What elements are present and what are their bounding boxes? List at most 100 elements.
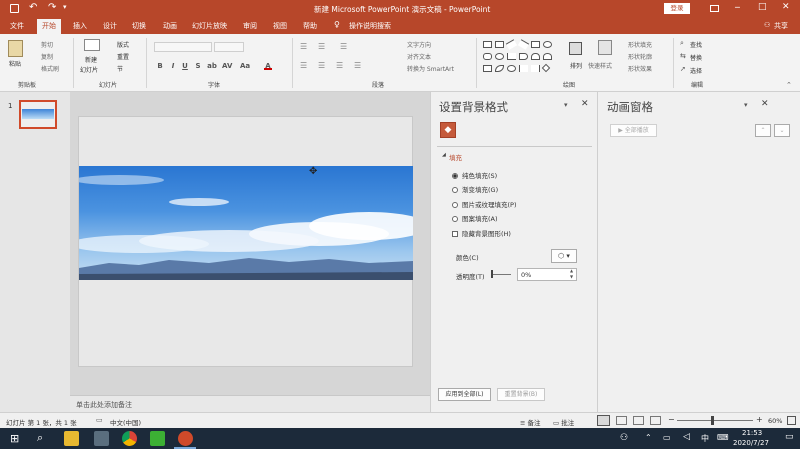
align-text-button[interactable]: 对齐文本 bbox=[407, 52, 431, 61]
layout-button[interactable]: 版式 bbox=[117, 40, 129, 49]
bold-button[interactable]: B bbox=[156, 62, 164, 70]
shape-fill-button[interactable]: 形状填充 bbox=[628, 40, 652, 49]
indent-icon[interactable]: ☰ bbox=[340, 42, 347, 51]
apply-to-all-button[interactable]: 应用到全部(L) bbox=[438, 388, 491, 401]
clock-date[interactable]: 2020/7/27 bbox=[733, 439, 769, 447]
text-direction-button[interactable]: 文字方向 bbox=[407, 40, 431, 49]
shape-curve[interactable] bbox=[495, 65, 504, 72]
change-case-button[interactable]: Aa bbox=[240, 62, 250, 70]
arrange-button[interactable]: 排列 bbox=[570, 61, 582, 70]
font-name-field[interactable] bbox=[154, 42, 212, 52]
font-size-field[interactable] bbox=[214, 42, 244, 52]
shape-arrow[interactable] bbox=[517, 39, 530, 50]
shadow-button[interactable]: ab bbox=[207, 62, 217, 70]
people-icon[interactable]: ⚇ bbox=[620, 433, 628, 443]
save-icon[interactable] bbox=[10, 4, 19, 13]
char-spacing-button[interactable]: AV bbox=[222, 62, 232, 70]
new-slide-icon[interactable] bbox=[84, 39, 100, 51]
tab-file[interactable]: 文件 bbox=[10, 21, 24, 31]
justify-icon[interactable]: ☰ bbox=[354, 61, 361, 70]
shape-effects-button[interactable]: 形状效果 bbox=[628, 64, 652, 73]
slide-sorter-icon[interactable] bbox=[616, 416, 627, 425]
cut-button[interactable]: 剪切 bbox=[41, 40, 53, 49]
shape-star[interactable] bbox=[543, 53, 552, 60]
arrange-icon[interactable] bbox=[569, 42, 582, 55]
shape-line[interactable] bbox=[505, 39, 518, 50]
align-left-icon[interactable]: ☰ bbox=[300, 61, 307, 70]
move-down-button[interactable]: ⌄ bbox=[774, 124, 790, 137]
zoom-slider[interactable] bbox=[677, 420, 753, 421]
tray-chevron-icon[interactable]: ⌃ bbox=[645, 433, 652, 442]
reset-button[interactable]: 重置 bbox=[117, 52, 129, 61]
keyboard-icon[interactable]: ⌨ bbox=[717, 433, 729, 442]
strikethrough-button[interactable]: S bbox=[194, 62, 202, 70]
app-pen-icon[interactable] bbox=[94, 431, 109, 446]
shape-rounded-rect[interactable] bbox=[483, 53, 492, 60]
ime-indicator[interactable]: 中 bbox=[701, 433, 709, 444]
reset-background-button[interactable]: 重置背景(B) bbox=[497, 388, 545, 401]
search-icon[interactable]: ⌕ bbox=[37, 431, 43, 445]
shape-bracket-right[interactable] bbox=[531, 65, 540, 72]
slide-canvas[interactable]: ✥ bbox=[78, 116, 413, 367]
notes-placeholder[interactable]: 单击此处添加备注 bbox=[76, 400, 132, 410]
login-button[interactable]: 登录 bbox=[664, 3, 690, 14]
notes-pane[interactable]: 单击此处添加备注 bbox=[70, 395, 430, 412]
convert-smartart-button[interactable]: 转换为 SmartArt bbox=[407, 64, 454, 73]
shape-oval[interactable] bbox=[543, 41, 552, 48]
shape-outline-button[interactable]: 形状轮廓 bbox=[628, 52, 652, 61]
normal-view-icon[interactable] bbox=[597, 415, 610, 426]
transparency-spinner-icon[interactable]: ▲ ▼ bbox=[570, 268, 573, 280]
zoom-out-icon[interactable]: − bbox=[668, 415, 675, 424]
picture-fill-radio[interactable] bbox=[452, 202, 458, 208]
solid-fill-option[interactable]: 纯色填充(S) bbox=[452, 170, 497, 180]
play-all-button[interactable]: ▶ 全部播放 bbox=[610, 124, 657, 137]
shape-circle[interactable] bbox=[495, 53, 504, 60]
copy-button[interactable]: 复制 bbox=[41, 52, 53, 61]
section-button[interactable]: 节 bbox=[117, 64, 123, 73]
chrome-icon[interactable] bbox=[122, 431, 137, 446]
notification-icon[interactable]: ▭ bbox=[785, 432, 794, 442]
tab-insert[interactable]: 插入 bbox=[73, 21, 87, 31]
shape-callout[interactable] bbox=[483, 65, 492, 72]
shape-rectangle[interactable] bbox=[531, 41, 540, 48]
gradient-fill-radio[interactable] bbox=[452, 187, 458, 193]
quick-styles-icon[interactable] bbox=[598, 40, 612, 55]
share-icon[interactable]: ⚇ bbox=[764, 21, 770, 29]
sky-image[interactable] bbox=[79, 166, 413, 280]
maximize-icon[interactable]: □ bbox=[758, 2, 767, 12]
replace-button[interactable]: 替换 bbox=[690, 53, 702, 62]
slideshow-view-icon[interactable] bbox=[650, 416, 661, 425]
clock-time[interactable]: 21:53 bbox=[742, 429, 762, 437]
tab-animations[interactable]: 动画 bbox=[163, 21, 177, 31]
tab-review[interactable]: 审阅 bbox=[243, 21, 257, 31]
reading-view-icon[interactable] bbox=[633, 416, 644, 425]
fit-slide-icon[interactable] bbox=[787, 416, 796, 425]
comments-status-button[interactable]: ▭ 批注 bbox=[553, 417, 574, 427]
wechat-icon[interactable] bbox=[150, 431, 165, 446]
new-slide-button-2[interactable]: 幻灯片 bbox=[80, 65, 98, 74]
paste-button[interactable]: 粘贴 bbox=[9, 59, 21, 68]
anim-close-icon[interactable]: ✕ bbox=[761, 99, 769, 109]
picture-fill-option[interactable]: 图片或纹理填充(P) bbox=[452, 199, 517, 209]
shape-textbox[interactable] bbox=[483, 41, 492, 48]
find-button[interactable]: 查找 bbox=[690, 40, 702, 49]
tab-help[interactable]: 帮助 bbox=[303, 21, 317, 31]
bullets-icon[interactable]: ☰ bbox=[300, 42, 307, 51]
zoom-in-icon[interactable]: + bbox=[756, 415, 763, 424]
redo-icon[interactable]: ↷ bbox=[48, 2, 56, 13]
tab-slideshow[interactable]: 幻灯片放映 bbox=[192, 21, 227, 31]
tab-view[interactable]: 视图 bbox=[273, 21, 287, 31]
quick-styles-button[interactable]: 快速样式 bbox=[588, 61, 612, 70]
share-button[interactable]: 共享 bbox=[774, 21, 788, 31]
shape-arc[interactable] bbox=[519, 53, 528, 60]
select-button[interactable]: 选择 bbox=[690, 66, 702, 75]
shape-connector[interactable] bbox=[507, 53, 516, 60]
start-windows-icon[interactable]: ⊞ bbox=[10, 432, 19, 445]
tab-design[interactable]: 设计 bbox=[103, 21, 117, 31]
shape-brace[interactable] bbox=[531, 53, 540, 60]
italic-button[interactable]: I bbox=[169, 62, 177, 70]
hide-bg-graphics-checkbox[interactable] bbox=[452, 231, 458, 237]
zoom-slider-thumb[interactable] bbox=[711, 416, 714, 425]
paste-icon[interactable] bbox=[8, 40, 23, 57]
fill-tab-icon[interactable]: ◆ bbox=[440, 122, 456, 138]
